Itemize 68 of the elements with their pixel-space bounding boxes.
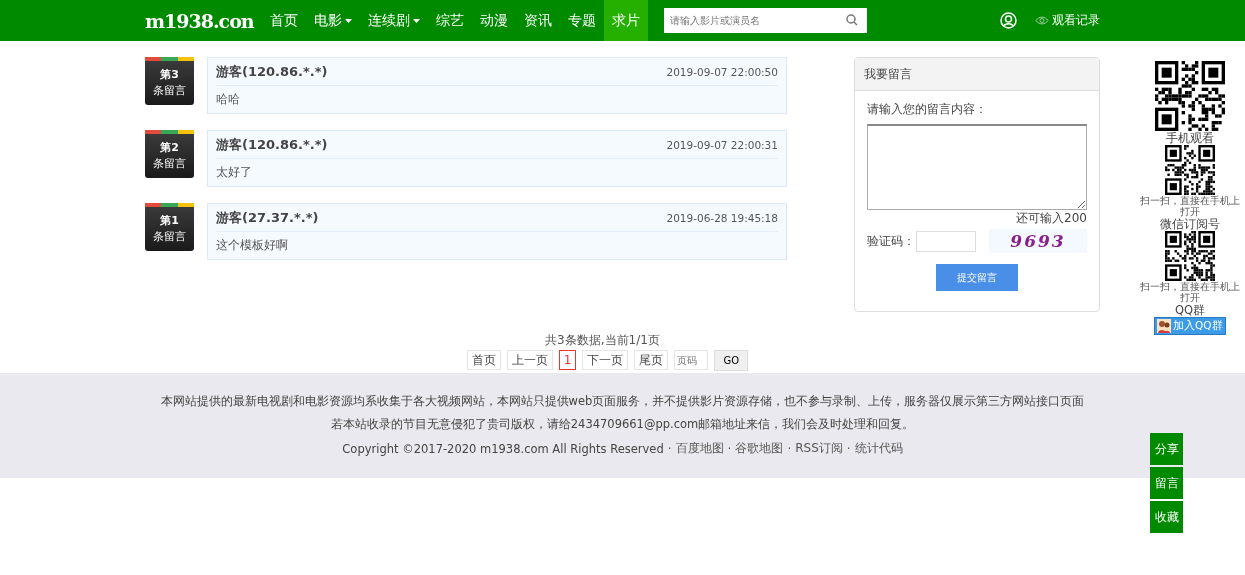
people-icon xyxy=(1157,319,1171,333)
search-field[interactable]: 请输入影片或演员名 xyxy=(663,8,867,33)
page-link[interactable]: 尾页 xyxy=(634,350,669,370)
separator-dot: · xyxy=(667,441,672,456)
nav-item[interactable]: 求片 xyxy=(603,0,648,41)
separator-dot: · xyxy=(727,441,732,456)
message-text: 这个模板好啊 xyxy=(216,237,289,254)
qr-code xyxy=(1165,145,1215,195)
nav-item[interactable]: 连续剧 xyxy=(359,0,428,41)
separator-dot: · xyxy=(787,441,792,456)
caret-icon xyxy=(344,18,352,23)
nav-item[interactable]: 动漫 xyxy=(471,0,516,41)
site-logo[interactable]: m1938.con xyxy=(145,9,254,32)
qr-label: QQ群 xyxy=(1174,303,1206,317)
page-link[interactable]: 1 xyxy=(558,350,577,370)
footer-link[interactable]: 百度地图 xyxy=(675,440,724,457)
separator-dot: · xyxy=(846,441,851,456)
user-icon[interactable] xyxy=(1000,12,1017,29)
message-number-badge: 第3 条留言 xyxy=(145,57,194,105)
page-input[interactable]: 页码 xyxy=(674,350,709,370)
remaining-count: 还可输入200 xyxy=(1016,210,1087,227)
nav-item[interactable]: 首页 xyxy=(261,0,306,41)
submit-button[interactable]: 提交留言 xyxy=(936,264,1018,291)
nav-item[interactable]: 资讯 xyxy=(515,0,560,41)
message-number-badge: 第2 条留言 xyxy=(145,130,194,178)
qr-code xyxy=(1165,231,1215,281)
footer-link[interactable]: 谷歌地图 xyxy=(735,440,784,457)
message-time: 2019-06-28 19:45:18 xyxy=(666,211,778,224)
search-icon[interactable] xyxy=(845,14,858,26)
captcha-input[interactable] xyxy=(916,230,976,252)
message-time: 2019-09-07 22:00:31 xyxy=(666,138,778,151)
message-author: 游客(120.86.*.*) xyxy=(216,135,328,154)
form-title: 我要留言 xyxy=(855,58,1099,91)
side-float-button[interactable]: 分享 xyxy=(1150,433,1183,465)
nav-item[interactable]: 综艺 xyxy=(427,0,472,41)
message-text: 哈哈 xyxy=(216,91,241,108)
page-link[interactable]: 下一页 xyxy=(582,350,629,370)
page-link[interactable]: 首页 xyxy=(466,350,501,370)
message-prompt: 请输入您的留言内容： xyxy=(867,101,988,118)
footer-text: 若本站收录的节目无意侵犯了贵司版权，请给2434709661@pp.com邮箱地址来信，我们会及时处理和回复。 xyxy=(330,417,915,432)
history-link[interactable]: 观看记录 xyxy=(1035,12,1100,29)
page-link[interactable]: 上一页 xyxy=(506,350,553,370)
captcha-image[interactable]: 9693 xyxy=(989,229,1087,253)
nav-item[interactable]: 电影 xyxy=(305,0,360,41)
caret-icon xyxy=(412,18,420,23)
qr-caption: 扫一扫，直接在手机上打开 xyxy=(1139,281,1241,303)
qr-code xyxy=(1155,61,1225,131)
footer-link[interactable]: RSS订阅 xyxy=(795,440,843,457)
message-time: 2019-09-07 22:00:50 xyxy=(666,65,778,78)
message-author: 游客(120.86.*.*) xyxy=(216,62,328,81)
qr-label: 微信订阅号 xyxy=(1160,217,1220,231)
message-number-badge: 第1 条留言 xyxy=(145,203,194,251)
captcha-label: 验证码： xyxy=(867,232,915,250)
join-qq-button[interactable]: 加入QQ群 xyxy=(1154,317,1226,335)
copyright-text: Copyright ©2017-2020 m1938.com All Rights Reserved xyxy=(342,441,664,456)
footer-link[interactable]: 统计代码 xyxy=(854,440,903,457)
go-button[interactable]: GO xyxy=(714,350,749,371)
eye-icon xyxy=(1035,16,1049,25)
message-author: 游客(27.37.*.*) xyxy=(216,208,319,227)
pagination-summary: 共3条数据,当前1/1页 xyxy=(545,332,660,349)
qr-caption: 扫一扫，直接在手机上打开 xyxy=(1139,195,1241,217)
footer-text: 本网站提供的最新电视剧和电影资源均系收集于各大视频网站，本网站只提供web页面服务，并不提供影片资源存储，也不参与录制、上传，服务器仅展示第三方网站接口页面 xyxy=(160,394,1085,409)
nav-item[interactable]: 专题 xyxy=(559,0,604,41)
side-float-button[interactable]: 留言 xyxy=(1150,467,1183,499)
qr-label: 手机观看 xyxy=(1166,131,1214,145)
message-text: 太好了 xyxy=(216,164,253,181)
side-float-button[interactable]: 收藏 xyxy=(1150,501,1183,533)
message-input[interactable] xyxy=(867,124,1087,210)
